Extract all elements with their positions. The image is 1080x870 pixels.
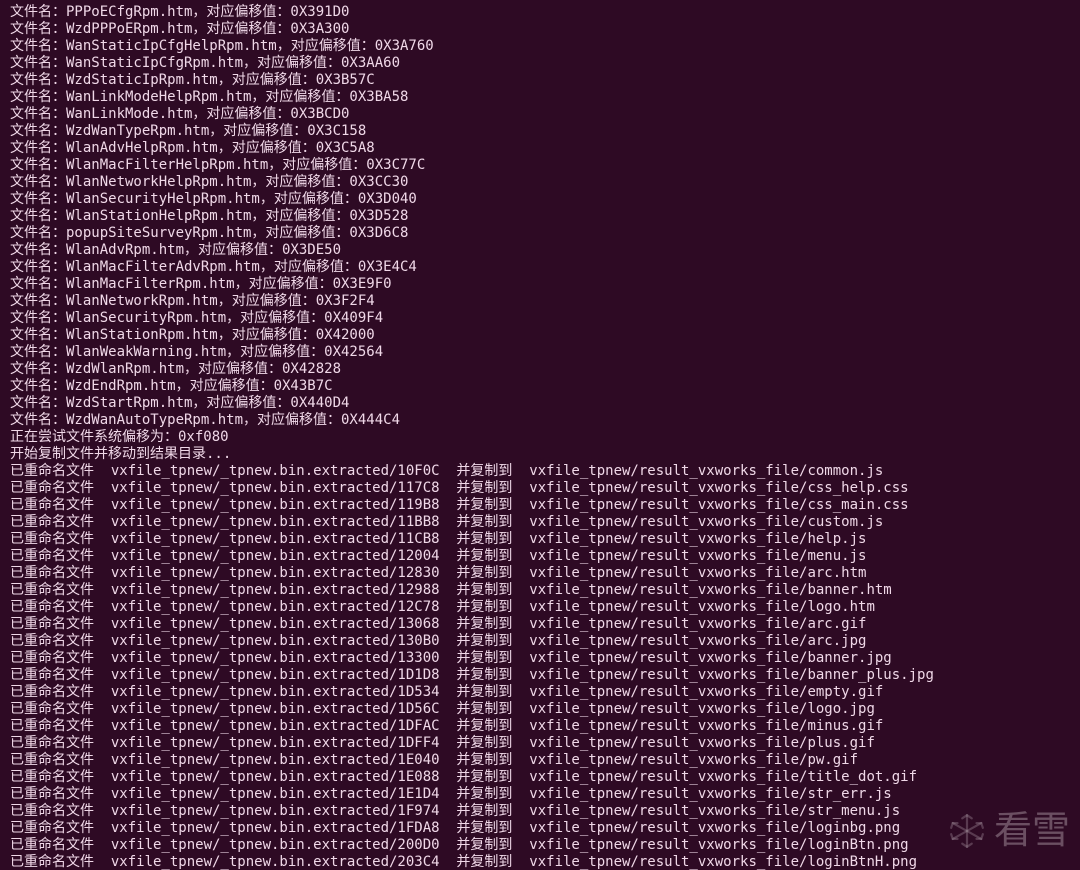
file-offset-line: 文件名：WlanSecurityHelpRpm.htm，对应偏移值：0X3D04… [10, 191, 1080, 208]
file-offset-line: 文件名：WlanSecurityRpm.htm，对应偏移值：0X409F4 [10, 310, 1080, 327]
copy-line: 已重命名文件 vxfile_tpnew/_tpnew.bin.extracted… [10, 820, 1080, 837]
fs-offset-line: 正在尝试文件系统偏移为：0xf080 [10, 429, 1080, 446]
file-offset-line: 文件名：WlanAdvRpm.htm，对应偏移值：0X3DE50 [10, 242, 1080, 259]
copy-line: 已重命名文件 vxfile_tpnew/_tpnew.bin.extracted… [10, 480, 1080, 497]
file-offset-line: 文件名：WlanNetworkRpm.htm，对应偏移值：0X3F2F4 [10, 293, 1080, 310]
copy-line: 已重命名文件 vxfile_tpnew/_tpnew.bin.extracted… [10, 803, 1080, 820]
terminal-output: 文件名：PPPoECfgRpm.htm，对应偏移值：0X391D0文件名：Wzd… [0, 0, 1080, 870]
file-offset-line: 文件名：WlanStationRpm.htm，对应偏移值：0X42000 [10, 327, 1080, 344]
copy-line: 已重命名文件 vxfile_tpnew/_tpnew.bin.extracted… [10, 854, 1080, 870]
file-offset-line: 文件名：WzdWanTypeRpm.htm，对应偏移值：0X3C158 [10, 123, 1080, 140]
copy-line: 已重命名文件 vxfile_tpnew/_tpnew.bin.extracted… [10, 463, 1080, 480]
copy-line: 已重命名文件 vxfile_tpnew/_tpnew.bin.extracted… [10, 684, 1080, 701]
file-offset-line: 文件名：WlanWeakWarning.htm，对应偏移值：0X42564 [10, 344, 1080, 361]
file-offset-line: 文件名：WlanMacFilterHelpRpm.htm，对应偏移值：0X3C7… [10, 157, 1080, 174]
copy-line: 已重命名文件 vxfile_tpnew/_tpnew.bin.extracted… [10, 837, 1080, 854]
file-offset-line: 文件名：WanStaticIpCfgHelpRpm.htm，对应偏移值：0X3A… [10, 38, 1080, 55]
copy-line: 已重命名文件 vxfile_tpnew/_tpnew.bin.extracted… [10, 514, 1080, 531]
file-offset-line: 文件名：WlanAdvHelpRpm.htm，对应偏移值：0X3C5A8 [10, 140, 1080, 157]
file-offset-line: 文件名：WlanStationHelpRpm.htm，对应偏移值：0X3D528 [10, 208, 1080, 225]
copy-line: 已重命名文件 vxfile_tpnew/_tpnew.bin.extracted… [10, 735, 1080, 752]
file-offset-line: 文件名：PPPoECfgRpm.htm，对应偏移值：0X391D0 [10, 4, 1080, 21]
copy-line: 已重命名文件 vxfile_tpnew/_tpnew.bin.extracted… [10, 786, 1080, 803]
copy-line: 已重命名文件 vxfile_tpnew/_tpnew.bin.extracted… [10, 548, 1080, 565]
copy-line: 已重命名文件 vxfile_tpnew/_tpnew.bin.extracted… [10, 650, 1080, 667]
copy-line: 已重命名文件 vxfile_tpnew/_tpnew.bin.extracted… [10, 616, 1080, 633]
file-offset-line: 文件名：WlanMacFilterAdvRpm.htm，对应偏移值：0X3E4C… [10, 259, 1080, 276]
file-offset-line: 文件名：WlanMacFilterRpm.htm，对应偏移值：0X3E9F0 [10, 276, 1080, 293]
copy-line: 已重命名文件 vxfile_tpnew/_tpnew.bin.extracted… [10, 769, 1080, 786]
file-offset-line: 文件名：WzdStaticIpRpm.htm，对应偏移值：0X3B57C [10, 72, 1080, 89]
copy-line: 已重命名文件 vxfile_tpnew/_tpnew.bin.extracted… [10, 701, 1080, 718]
copy-line: 已重命名文件 vxfile_tpnew/_tpnew.bin.extracted… [10, 667, 1080, 684]
copy-line: 已重命名文件 vxfile_tpnew/_tpnew.bin.extracted… [10, 633, 1080, 650]
file-offset-line: 文件名：WanStaticIpCfgRpm.htm，对应偏移值：0X3AA60 [10, 55, 1080, 72]
file-offset-line: 文件名：WzdStartRpm.htm，对应偏移值：0X440D4 [10, 395, 1080, 412]
file-offset-line: 文件名：WzdWlanRpm.htm，对应偏移值：0X42828 [10, 361, 1080, 378]
copy-line: 已重命名文件 vxfile_tpnew/_tpnew.bin.extracted… [10, 497, 1080, 514]
file-offset-line: 文件名：WzdWanAutoTypeRpm.htm，对应偏移值：0X444C4 [10, 412, 1080, 429]
copy-line: 已重命名文件 vxfile_tpnew/_tpnew.bin.extracted… [10, 582, 1080, 599]
copy-line: 已重命名文件 vxfile_tpnew/_tpnew.bin.extracted… [10, 599, 1080, 616]
start-copy-line: 开始复制文件并移动到结果目录... [10, 446, 1080, 463]
copy-line: 已重命名文件 vxfile_tpnew/_tpnew.bin.extracted… [10, 718, 1080, 735]
file-offset-line: 文件名：WzdEndRpm.htm，对应偏移值：0X43B7C [10, 378, 1080, 395]
file-offset-line: 文件名：WlanNetworkHelpRpm.htm，对应偏移值：0X3CC30 [10, 174, 1080, 191]
file-offset-line: 文件名：WanLinkMode.htm，对应偏移值：0X3BCD0 [10, 106, 1080, 123]
copy-line: 已重命名文件 vxfile_tpnew/_tpnew.bin.extracted… [10, 565, 1080, 582]
file-offset-line: 文件名：popupSiteSurveyRpm.htm，对应偏移值：0X3D6C8 [10, 225, 1080, 242]
file-offset-line: 文件名：WzdPPPoERpm.htm，对应偏移值：0X3A300 [10, 21, 1080, 38]
copy-line: 已重命名文件 vxfile_tpnew/_tpnew.bin.extracted… [10, 531, 1080, 548]
copy-line: 已重命名文件 vxfile_tpnew/_tpnew.bin.extracted… [10, 752, 1080, 769]
file-offset-line: 文件名：WanLinkModeHelpRpm.htm，对应偏移值：0X3BA58 [10, 89, 1080, 106]
